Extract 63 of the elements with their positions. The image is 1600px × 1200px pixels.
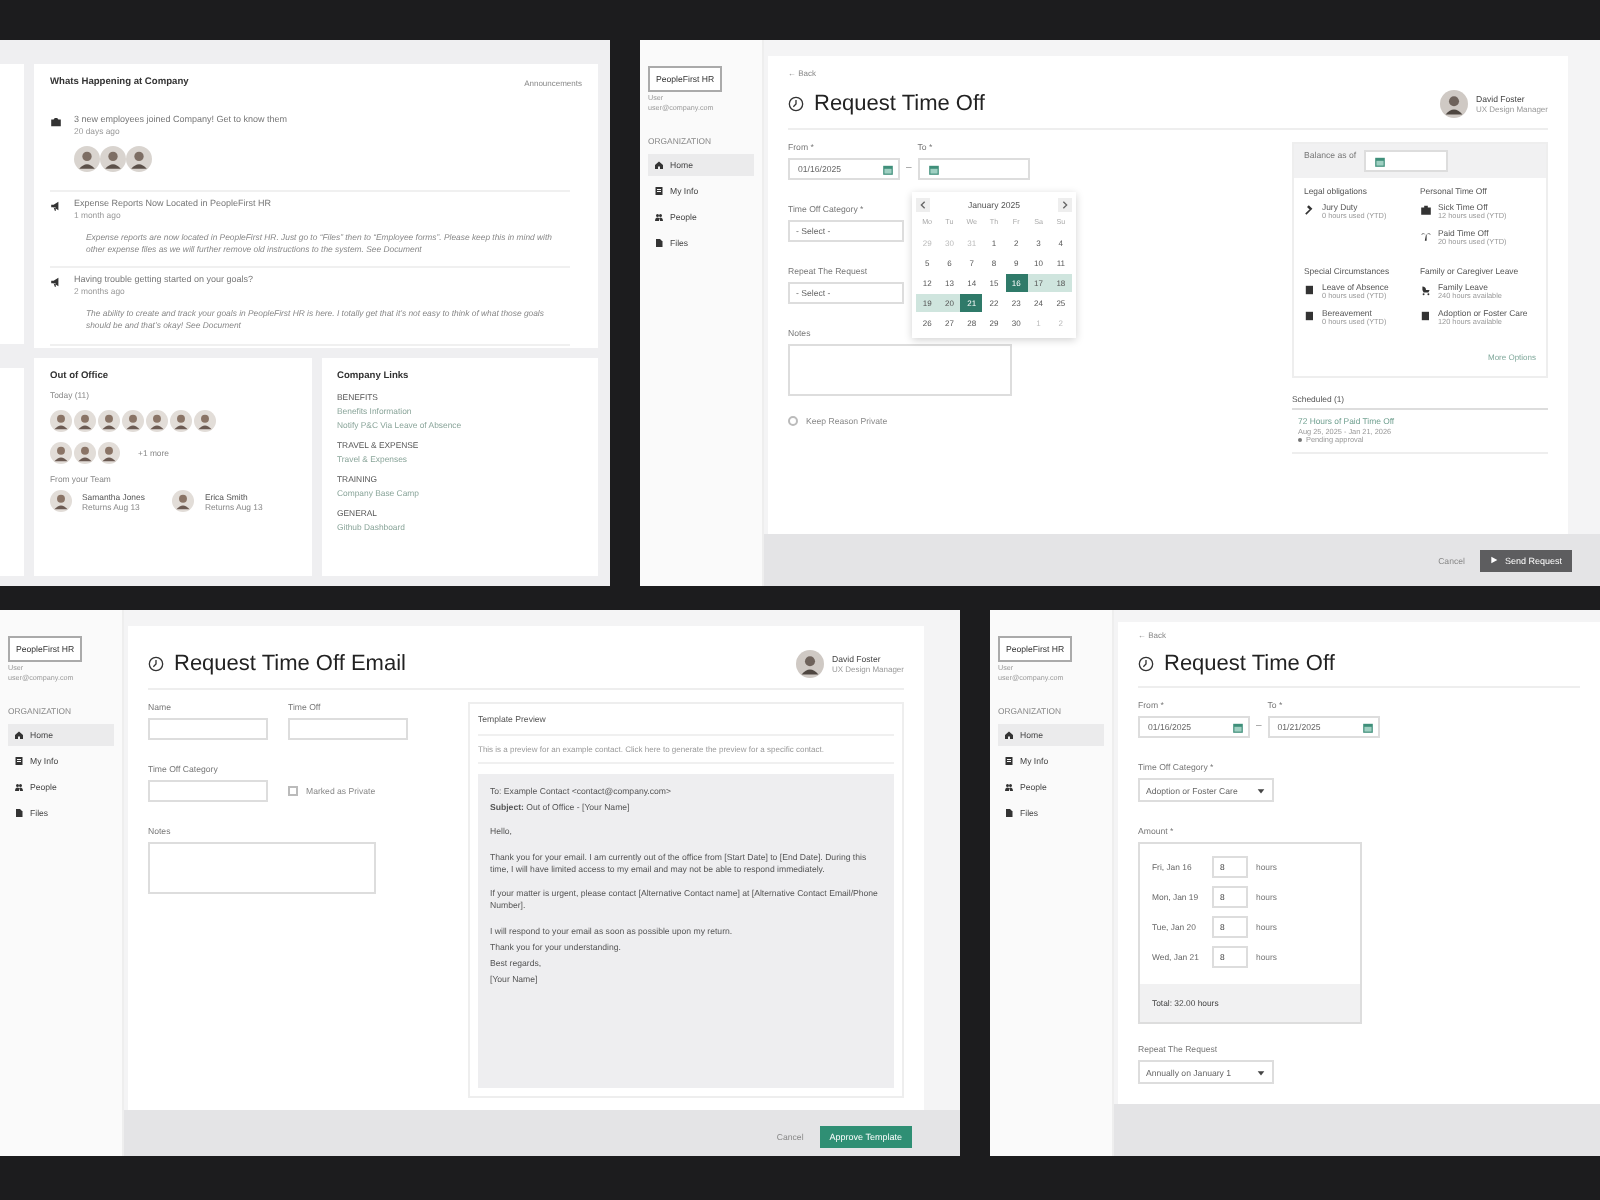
date-field[interactable]: [1364, 150, 1449, 172]
clock-icon: [788, 96, 804, 112]
calendar-icon: [1374, 155, 1387, 167]
avatar: [100, 146, 126, 172]
avatar: [74, 442, 96, 464]
checkbox[interactable]: [788, 416, 798, 426]
home-icon: [14, 730, 24, 740]
chevron-right-icon: [1059, 200, 1070, 210]
id-card-icon: [1004, 756, 1014, 766]
avatar: [74, 146, 100, 172]
avatar: [98, 442, 120, 464]
chevron-left-icon: [918, 200, 928, 210]
avatar: [74, 410, 96, 432]
calendar-icon: [1232, 721, 1244, 733]
notes-field[interactable]: [788, 344, 1012, 396]
palm-tree-icon: [1420, 230, 1432, 242]
avatar: [50, 410, 72, 432]
checkbox[interactable]: [288, 786, 298, 796]
avatar: [50, 442, 72, 464]
avatar: [194, 410, 216, 432]
avatar: [170, 410, 192, 432]
avatar: [1439, 90, 1468, 118]
calendar-icon: [882, 163, 894, 175]
input-field[interactable]: [288, 718, 408, 740]
caret-icon: [1256, 785, 1266, 795]
clock-icon: [1138, 656, 1154, 672]
date-field[interactable]: [917, 158, 1030, 180]
file-icon: [1004, 808, 1014, 818]
input-field[interactable]: [148, 718, 268, 740]
document-icon: [1304, 310, 1316, 322]
file-icon: [654, 238, 664, 248]
avatar: [98, 410, 120, 432]
home-icon: [1004, 730, 1014, 740]
clock-icon: [148, 656, 164, 672]
page-title: Request Time Off: [1164, 652, 1335, 676]
people-icon: [14, 782, 24, 792]
avatar: [50, 490, 72, 512]
avatar: [172, 490, 195, 512]
page-title: Request Time Off: [814, 92, 985, 116]
calendar-icon: [1361, 721, 1374, 733]
stroller-icon: [1420, 284, 1432, 296]
id-card-icon: [14, 756, 24, 766]
id-card-icon: [654, 186, 664, 196]
home-icon: [654, 160, 664, 170]
input-field[interactable]: [148, 780, 268, 802]
megaphone-icon: [50, 200, 62, 212]
avatar: [795, 650, 824, 678]
document-icon: [1304, 284, 1316, 296]
notes-field[interactable]: [148, 842, 376, 894]
page-title: Request Time Off Email: [174, 652, 406, 676]
avatar: [146, 410, 168, 432]
document-icon: [1420, 310, 1432, 322]
people-icon: [1004, 782, 1014, 792]
previous-month-button[interactable]: [916, 198, 930, 212]
file-icon: [14, 808, 24, 818]
megaphone-icon: [50, 276, 62, 289]
calendar-icon: [927, 163, 940, 175]
caret-icon: [1256, 1067, 1266, 1077]
avatar: [126, 146, 152, 172]
next-month-button[interactable]: [1057, 198, 1072, 212]
avatar: [122, 410, 144, 432]
send-icon: [1490, 556, 1499, 564]
people-icon: [654, 212, 664, 222]
